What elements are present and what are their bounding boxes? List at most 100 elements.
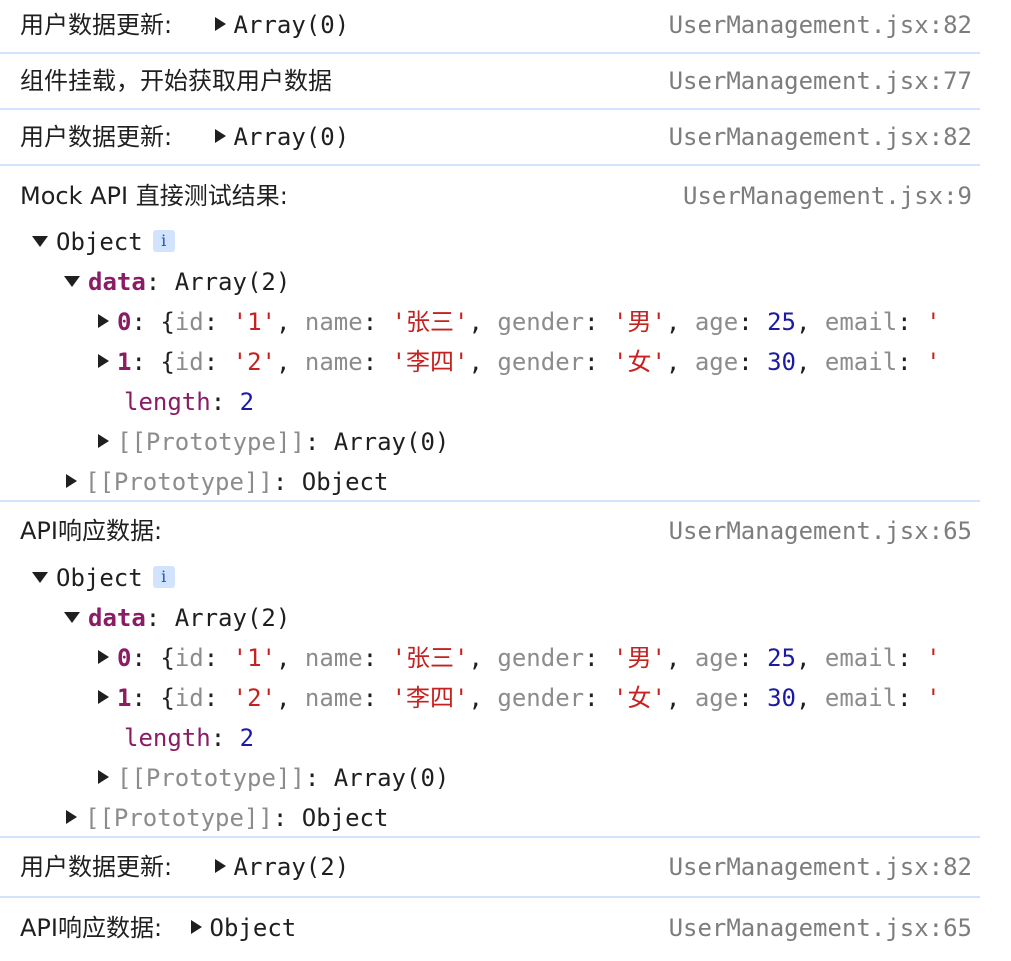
- prop-key: age: [694, 684, 739, 712]
- prop-key: gender: [497, 348, 585, 376]
- console-message: 组件挂载，开始获取用户数据 UserManagement.jsx:77: [0, 54, 980, 110]
- prototype-value: Array(0): [333, 428, 450, 456]
- object-label: Object: [56, 228, 143, 256]
- object-row[interactable]: Object i: [0, 558, 980, 598]
- message-label: Mock API 直接测试结果:: [20, 182, 288, 210]
- message-label: 组件挂载，开始获取用户数据: [20, 67, 332, 95]
- prototype-key: [[Prototype]]: [117, 428, 305, 456]
- prop-key: id: [174, 684, 204, 712]
- source-link[interactable]: UserManagement.jsx:82: [669, 0, 972, 50]
- length-key: length: [124, 388, 211, 416]
- prop-value: ': [926, 308, 941, 336]
- message-label: 用户数据更新:: [20, 123, 173, 151]
- caret-right-icon: [98, 650, 109, 664]
- item-index: 0: [117, 308, 132, 336]
- prop-value: '男': [613, 308, 666, 336]
- array-item-row[interactable]: 0: {id: '1', name: '张三', gender: '男', ag…: [0, 302, 980, 342]
- prop-value: 25: [767, 644, 796, 672]
- console-message: API响应数据: UserManagement.jsx:65 Object i d…: [0, 502, 980, 838]
- prop-value: '张三': [391, 644, 469, 672]
- console-message: Mock API 直接测试结果: UserManagement.jsx:9 Ob…: [0, 166, 980, 502]
- prop-value: 30: [767, 684, 796, 712]
- array-item-row[interactable]: 1: {id: '2', name: '李四', gender: '女', ag…: [0, 678, 980, 718]
- expand-toggle[interactable]: Array(0): [214, 123, 350, 151]
- data-value: Array(2): [174, 268, 291, 296]
- prop-key: name: [304, 308, 363, 336]
- prop-key: email: [824, 644, 898, 672]
- caret-right-icon: [214, 129, 226, 143]
- prop-value: ': [926, 684, 941, 712]
- message-value: Array(0): [233, 123, 350, 151]
- prop-key: email: [824, 684, 898, 712]
- console-message: API响应数据: Object UserManagement.jsx:65: [0, 898, 980, 958]
- console-panel: 用户数据更新: Array(0) UserManagement.jsx:82 组…: [0, 0, 980, 961]
- prop-value: 30: [767, 348, 796, 376]
- message-label: 用户数据更新:: [20, 853, 173, 881]
- prototype-row[interactable]: [[Prototype]]: Array(0): [0, 758, 980, 798]
- array-item-row[interactable]: 0: {id: '1', name: '张三', gender: '男', ag…: [0, 638, 980, 678]
- source-link[interactable]: UserManagement.jsx:82: [669, 838, 972, 896]
- prototype-row[interactable]: [[Prototype]]: Array(0): [0, 422, 980, 462]
- length-key: length: [124, 724, 211, 752]
- expand-toggle[interactable]: Array(0): [214, 11, 350, 39]
- console-message: 用户数据更新: Array(0) UserManagement.jsx:82: [0, 110, 980, 166]
- prop-key: age: [694, 308, 739, 336]
- source-link[interactable]: UserManagement.jsx:65: [669, 502, 972, 558]
- prop-value: '女': [613, 684, 666, 712]
- console-message: 用户数据更新: Array(0) UserManagement.jsx:82: [0, 0, 980, 54]
- data-key: data: [88, 268, 146, 296]
- prototype-value: Array(0): [333, 764, 450, 792]
- data-value: Array(2): [174, 604, 291, 632]
- data-row[interactable]: data: Array(2): [0, 598, 980, 638]
- prop-value: '李四': [391, 348, 469, 376]
- prop-value: ': [926, 644, 941, 672]
- expand-toggle[interactable]: Object: [190, 914, 297, 942]
- source-link[interactable]: UserManagement.jsx:77: [669, 54, 972, 108]
- info-icon[interactable]: i: [152, 566, 175, 588]
- prop-value: '1': [232, 308, 276, 336]
- prototype-key: [[Prototype]]: [85, 804, 273, 832]
- source-link[interactable]: UserManagement.jsx:9: [683, 166, 972, 222]
- data-key: data: [88, 604, 146, 632]
- length-row: length: 2: [124, 724, 255, 752]
- expand-toggle[interactable]: Array(2): [214, 853, 350, 881]
- prop-value: '李四': [391, 684, 469, 712]
- prototype-value: Object: [301, 804, 389, 832]
- source-link[interactable]: UserManagement.jsx:82: [669, 110, 972, 164]
- prototype-key: [[Prototype]]: [85, 468, 273, 496]
- prop-key: id: [174, 644, 204, 672]
- caret-down-icon: [32, 571, 48, 583]
- prop-value: ': [926, 348, 941, 376]
- source-link[interactable]: UserManagement.jsx:65: [669, 898, 972, 958]
- prop-key: gender: [497, 684, 585, 712]
- caret-right-icon: [214, 17, 226, 31]
- caret-right-icon: [66, 474, 77, 488]
- array-item-row[interactable]: 1: {id: '2', name: '李四', gender: '女', ag…: [0, 342, 980, 382]
- caret-right-icon: [98, 354, 109, 368]
- object-row[interactable]: Object i: [0, 222, 980, 262]
- prop-key: age: [694, 348, 739, 376]
- data-row[interactable]: data: Array(2): [0, 262, 980, 302]
- caret-down-icon: [64, 275, 80, 287]
- prototype-row[interactable]: [[Prototype]]: Object: [0, 798, 980, 838]
- message-value: Array(2): [233, 853, 350, 881]
- info-icon[interactable]: i: [152, 230, 175, 252]
- prototype-key: [[Prototype]]: [117, 764, 305, 792]
- prop-key: age: [694, 644, 739, 672]
- prop-key: name: [304, 684, 363, 712]
- prop-key: email: [824, 308, 898, 336]
- message-value: Object: [209, 914, 297, 942]
- prop-value: '2': [232, 684, 276, 712]
- prototype-row[interactable]: [[Prototype]]: Object: [0, 462, 980, 502]
- item-index: 0: [117, 644, 132, 672]
- message-label: 用户数据更新:: [20, 11, 173, 39]
- length-row: length: 2: [124, 388, 255, 416]
- caret-right-icon: [98, 434, 109, 448]
- prop-value: 25: [767, 308, 796, 336]
- caret-right-icon: [98, 690, 109, 704]
- prop-value: '张三': [391, 308, 469, 336]
- message-value: Array(0): [233, 11, 350, 39]
- message-label: API响应数据:: [20, 517, 163, 545]
- prop-value: '1': [232, 644, 276, 672]
- prop-key: name: [304, 348, 363, 376]
